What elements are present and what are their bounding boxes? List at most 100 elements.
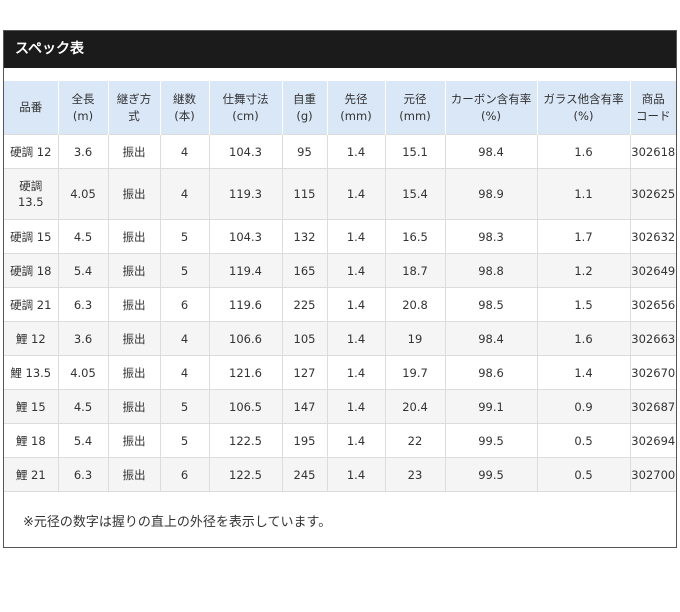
cell-sections: 4 bbox=[160, 355, 210, 390]
table-row: 鯉 13.5 4.05 振出 4 121.6 127 1.4 19.7 98.6 1.4 30267… bbox=[4, 355, 676, 390]
cell-carbon-content: 98.5 bbox=[445, 287, 538, 322]
cell-sections: 5 bbox=[160, 389, 210, 424]
cell-closed-length: 119.3 bbox=[209, 168, 283, 220]
cell-joint-type: 振出 bbox=[108, 457, 161, 492]
cell-closed-length: 106.5 bbox=[209, 389, 283, 424]
cell-length: 6.3 bbox=[58, 287, 109, 322]
cell-product-code: 302694 bbox=[630, 423, 676, 458]
cell-product-code: 302700 bbox=[630, 457, 676, 492]
cell-product-no: 鯉 12 bbox=[4, 321, 59, 356]
cell-base-diameter: 19 bbox=[385, 321, 446, 356]
cell-weight: 105 bbox=[282, 321, 328, 356]
header-joint-type: 継ぎ方式 bbox=[108, 81, 161, 135]
cell-weight: 127 bbox=[282, 355, 328, 390]
cell-product-no: 硬調 15 bbox=[4, 219, 59, 254]
cell-tip-diameter: 1.4 bbox=[327, 389, 386, 424]
cell-base-diameter: 16.5 bbox=[385, 219, 446, 254]
table-row: 鯉 21 6.3 振出 6 122.5 245 1.4 23 99.5 0.5 302700 bbox=[4, 457, 676, 492]
header-tip-diameter: 先径 (mm) bbox=[327, 81, 386, 135]
cell-closed-length: 106.6 bbox=[209, 321, 283, 356]
cell-base-diameter: 22 bbox=[385, 423, 446, 458]
spec-table: 品番 全長 (m) 継ぎ方式 継数 (本) 仕舞寸法 (cm) 自重 (g) 先径 (mm… bbox=[4, 81, 676, 492]
cell-carbon-content: 98.9 bbox=[445, 168, 538, 220]
cell-length: 3.6 bbox=[58, 134, 109, 169]
cell-product-no: 鯉 15 bbox=[4, 389, 59, 424]
table-row: 鯉 12 3.6 振出 4 106.6 105 1.4 19 98.4 1.6 302663 bbox=[4, 321, 676, 356]
table-row: 硬調 13.5 4.05 振出 4 119.3 115 1.4 15.4 98.9 1.1 3026… bbox=[4, 168, 676, 220]
cell-weight: 195 bbox=[282, 423, 328, 458]
table-row: 硬調 15 4.5 振出 5 104.3 132 1.4 16.5 98.3 1.7 302632 bbox=[4, 219, 676, 254]
cell-closed-length: 122.5 bbox=[209, 423, 283, 458]
cell-length: 5.4 bbox=[58, 253, 109, 288]
header-product-code: 商品 コード bbox=[630, 81, 676, 135]
cell-base-diameter: 15.1 bbox=[385, 134, 446, 169]
footnote: ※元径の数字は握りの直上の外径を表示しています。 bbox=[23, 515, 332, 530]
cell-tip-diameter: 1.4 bbox=[327, 355, 386, 390]
cell-product-no: 硬調 18 bbox=[4, 253, 59, 288]
cell-base-diameter: 19.7 bbox=[385, 355, 446, 390]
cell-product-code: 302649 bbox=[630, 253, 676, 288]
cell-closed-length: 104.3 bbox=[209, 134, 283, 169]
cell-product-code: 302656 bbox=[630, 287, 676, 322]
cell-weight: 165 bbox=[282, 253, 328, 288]
cell-joint-type: 振出 bbox=[108, 287, 161, 322]
cell-closed-length: 122.5 bbox=[209, 457, 283, 492]
cell-weight: 95 bbox=[282, 134, 328, 169]
cell-tip-diameter: 1.4 bbox=[327, 253, 386, 288]
cell-base-diameter: 23 bbox=[385, 457, 446, 492]
cell-closed-length: 121.6 bbox=[209, 355, 283, 390]
cell-sections: 4 bbox=[160, 321, 210, 356]
cell-joint-type: 振出 bbox=[108, 253, 161, 288]
cell-product-no: 硬調 12 bbox=[4, 134, 59, 169]
header-carbon-content: カーボン含有率 (%) bbox=[445, 81, 538, 135]
cell-product-no: 鯉 13.5 bbox=[4, 355, 59, 390]
cell-product-code: 302632 bbox=[630, 219, 676, 254]
cell-joint-type: 振出 bbox=[108, 134, 161, 169]
table-body: 硬調 12 3.6 振出 4 104.3 95 1.4 15.1 98.4 1.6 302618 硬調… bbox=[4, 134, 676, 492]
cell-product-no: 硬調 21 bbox=[4, 287, 59, 322]
cell-base-diameter: 20.4 bbox=[385, 389, 446, 424]
cell-glass-content: 1.2 bbox=[537, 253, 631, 288]
cell-product-code: 302670 bbox=[630, 355, 676, 390]
cell-length: 6.3 bbox=[58, 457, 109, 492]
cell-glass-content: 0.5 bbox=[537, 457, 631, 492]
cell-glass-content: 1.7 bbox=[537, 219, 631, 254]
header-closed-length: 仕舞寸法 (cm) bbox=[209, 81, 283, 135]
cell-length: 4.5 bbox=[58, 389, 109, 424]
cell-sections: 5 bbox=[160, 253, 210, 288]
cell-weight: 132 bbox=[282, 219, 328, 254]
header-base-diameter: 元径 (mm) bbox=[385, 81, 446, 135]
cell-glass-content: 1.6 bbox=[537, 134, 631, 169]
spec-panel: スペック表 品番 全長 (m) 継ぎ方式 継数 (本) 仕舞寸法 (cm) 自重 (g)… bbox=[3, 30, 677, 548]
table-row: 硬調 12 3.6 振出 4 104.3 95 1.4 15.1 98.4 1.6 302618 bbox=[4, 134, 676, 169]
header-product-no: 品番 bbox=[4, 81, 59, 135]
cell-sections: 5 bbox=[160, 423, 210, 458]
cell-product-no: 硬調 13.5 bbox=[4, 168, 59, 220]
cell-joint-type: 振出 bbox=[108, 219, 161, 254]
cell-length: 4.05 bbox=[58, 168, 109, 220]
table-row: 硬調 18 5.4 振出 5 119.4 165 1.4 18.7 98.8 1.2 302649 bbox=[4, 253, 676, 288]
cell-tip-diameter: 1.4 bbox=[327, 168, 386, 220]
table-row: 硬調 21 6.3 振出 6 119.6 225 1.4 20.8 98.5 1.5 302656 bbox=[4, 287, 676, 322]
cell-joint-type: 振出 bbox=[108, 168, 161, 220]
cell-weight: 225 bbox=[282, 287, 328, 322]
cell-carbon-content: 98.3 bbox=[445, 219, 538, 254]
cell-carbon-content: 98.4 bbox=[445, 134, 538, 169]
cell-length: 4.5 bbox=[58, 219, 109, 254]
table-header-row: 品番 全長 (m) 継ぎ方式 継数 (本) 仕舞寸法 (cm) 自重 (g) 先径 (mm… bbox=[4, 81, 676, 135]
cell-product-code: 302625 bbox=[630, 168, 676, 220]
cell-joint-type: 振出 bbox=[108, 389, 161, 424]
cell-product-code: 302618 bbox=[630, 134, 676, 169]
cell-sections: 5 bbox=[160, 219, 210, 254]
cell-carbon-content: 98.6 bbox=[445, 355, 538, 390]
cell-base-diameter: 20.8 bbox=[385, 287, 446, 322]
cell-carbon-content: 98.8 bbox=[445, 253, 538, 288]
cell-product-code: 302663 bbox=[630, 321, 676, 356]
cell-weight: 115 bbox=[282, 168, 328, 220]
header-length: 全長 (m) bbox=[58, 81, 109, 135]
cell-sections: 6 bbox=[160, 457, 210, 492]
cell-base-diameter: 15.4 bbox=[385, 168, 446, 220]
cell-sections: 6 bbox=[160, 287, 210, 322]
cell-glass-content: 1.4 bbox=[537, 355, 631, 390]
header-sections: 継数 (本) bbox=[160, 81, 210, 135]
